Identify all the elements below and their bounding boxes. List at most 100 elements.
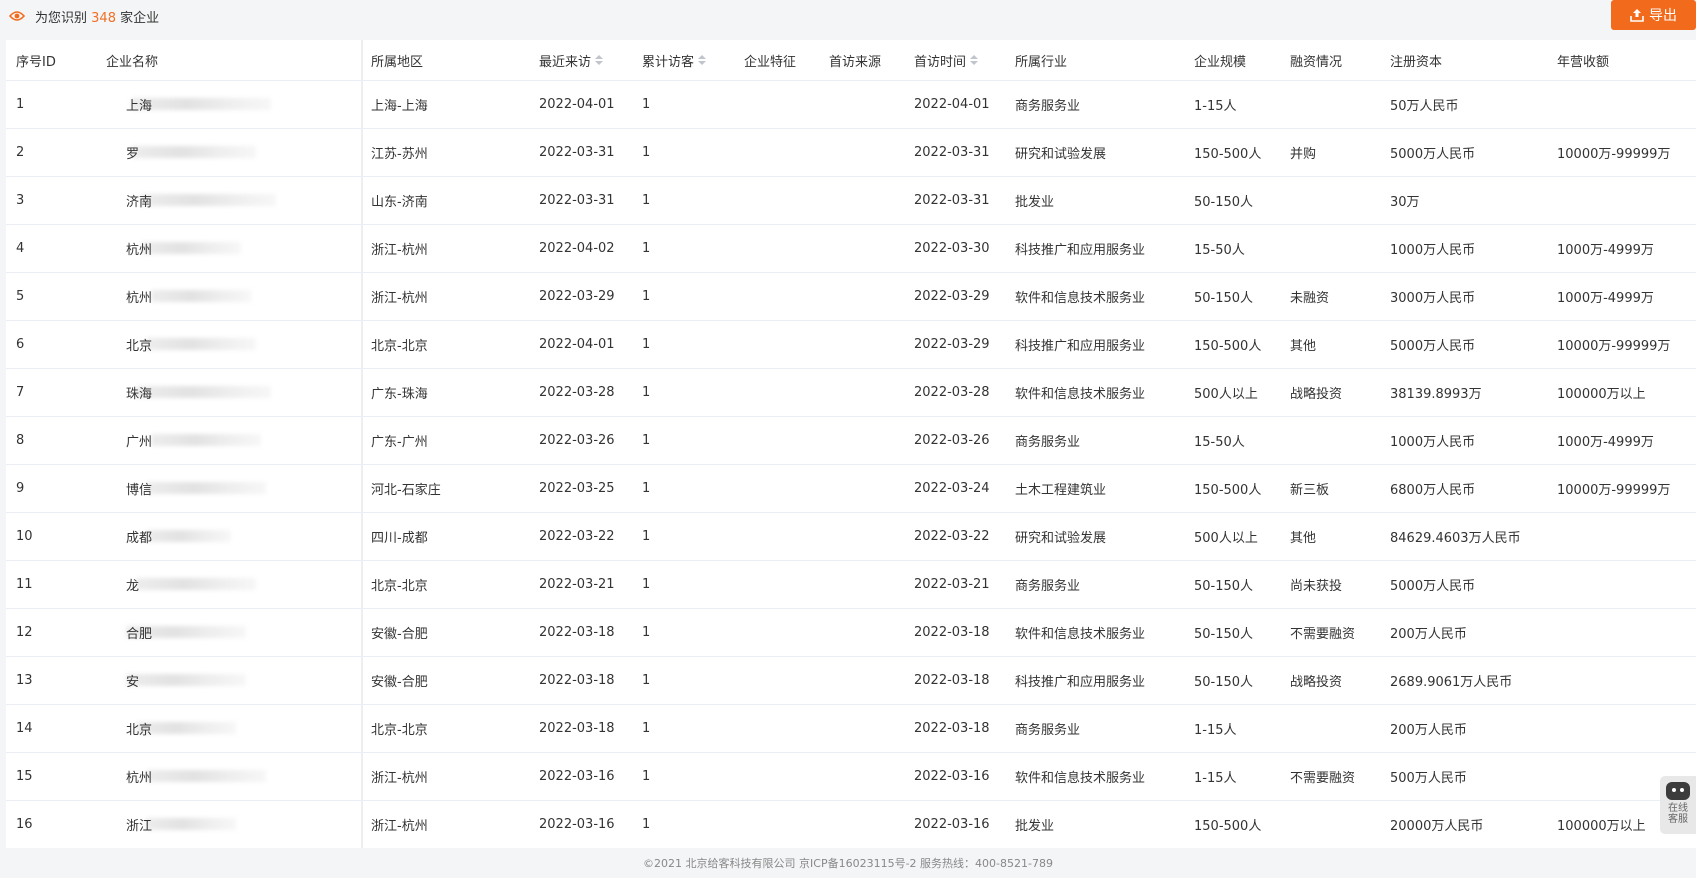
cell-financing: 未融资	[1280, 272, 1380, 321]
company-name-text[interactable]: 杭州	[106, 771, 152, 786]
cell-last-visit: 2022-03-28	[529, 368, 632, 417]
cell-capital: 6800万人民币	[1380, 464, 1547, 513]
sort-icon[interactable]	[970, 55, 979, 65]
table-row[interactable]: 14 北京 北京-北京 2022-03-18 1 2022-03-18 商务服务业 1-15人…	[6, 704, 1696, 753]
redacted-name-mask	[151, 434, 261, 446]
company-name-text[interactable]: 杭州	[106, 291, 152, 306]
company-name-text[interactable]: 北京	[106, 723, 152, 738]
cell-source	[819, 80, 904, 129]
cell-feature	[734, 320, 819, 369]
redacted-name-mask	[126, 674, 246, 686]
company-name-text[interactable]: 罗	[106, 147, 139, 162]
cell-company-name: 龙	[96, 560, 361, 609]
col-header-visitors[interactable]: 累计访客	[632, 40, 734, 81]
cell-financing	[1280, 416, 1380, 465]
company-name-text[interactable]: 龙	[106, 579, 139, 594]
cell-company-name: 北京	[96, 320, 361, 369]
cell-industry: 科技推广和应用服务业	[1005, 224, 1184, 273]
cell-company-name: 罗	[96, 128, 361, 177]
cell-last-visit: 2022-03-21	[529, 560, 632, 609]
cell-last-visit: 2022-04-02	[529, 224, 632, 273]
online-service-button[interactable]: 在线 客服	[1660, 776, 1696, 834]
company-name-text[interactable]: 博信	[106, 483, 152, 498]
cell-last-visit: 2022-04-01	[529, 320, 632, 369]
company-name-text[interactable]: 广州	[106, 435, 152, 450]
cell-industry: 研究和试验发展	[1005, 128, 1184, 177]
table-row[interactable]: 13 安安徽-合肥 2022-03-18 1 2022-03-18 科技推广和应用服务业 5…	[6, 656, 1696, 705]
cell-first-visit: 2022-03-21	[904, 560, 1005, 609]
table-row[interactable]: 12 合肥 安徽-合肥 2022-03-18 1 2022-03-18 软件和信息技术服务业…	[6, 608, 1696, 657]
table-row[interactable]: 3 济南 山东-济南 2022-03-31 1 2022-03-31 批发业 50-150人 3…	[6, 176, 1696, 225]
table-row[interactable]: 11 龙北京-北京 2022-03-21 1 2022-03-21 商务服务业 50-150…	[6, 560, 1696, 609]
cell-first-visit: 2022-03-18	[904, 656, 1005, 705]
table-row[interactable]: 7 珠海 广东-珠海 2022-03-28 1 2022-03-28 软件和信息技术服务业 5…	[6, 368, 1696, 417]
cell-visitors: 1	[632, 176, 734, 225]
table-row[interactable]: 8 广州 广东-广州 2022-03-26 1 2022-03-26 商务服务业 15-50人…	[6, 416, 1696, 465]
company-name-text[interactable]: 珠海	[106, 387, 152, 402]
eye-icon	[9, 11, 25, 21]
cell-company-name: 杭州	[96, 224, 361, 273]
sort-icon[interactable]	[595, 55, 604, 65]
company-name-text[interactable]: 北京	[106, 339, 152, 354]
cell-size: 50-150人	[1184, 608, 1280, 657]
company-name-text[interactable]: 安	[106, 675, 139, 690]
table-row[interactable]: 15 杭州 浙江-杭州 2022-03-16 1 2022-03-16 软件和信息技术服务业…	[6, 752, 1696, 801]
cell-financing: 新三板	[1280, 464, 1380, 513]
table-row[interactable]: 10 成都 四川-成都 2022-03-22 1 2022-03-22 研究和试验发展 500…	[6, 512, 1696, 561]
company-name-text[interactable]: 济南	[106, 195, 152, 210]
cell-size: 1-15人	[1184, 80, 1280, 129]
redacted-name-mask	[136, 386, 271, 398]
cell-last-visit: 2022-03-16	[529, 800, 632, 848]
cell-company-name: 博信	[96, 464, 361, 513]
col-header-first-visit[interactable]: 首访时间	[904, 40, 1005, 81]
cell-last-visit: 2022-03-18	[529, 608, 632, 657]
cell-financing: 其他	[1280, 320, 1380, 369]
cell-last-visit: 2022-03-22	[529, 512, 632, 561]
table-row[interactable]: 5 杭州 浙江-杭州 2022-03-29 1 2022-03-29 软件和信息技术服务业 5…	[6, 272, 1696, 321]
col-header-last-visit[interactable]: 最近来访	[529, 40, 632, 81]
cell-revenue: 10000万-99999万	[1547, 464, 1696, 513]
cell-size: 1-15人	[1184, 752, 1280, 801]
cell-first-visit: 2022-03-18	[904, 608, 1005, 657]
cell-feature	[734, 800, 819, 848]
company-name-text[interactable]: 杭州	[106, 243, 152, 258]
cell-id: 14	[6, 704, 96, 753]
cell-region: 河北-石家庄	[361, 464, 529, 513]
cell-feature	[734, 704, 819, 753]
cell-financing	[1280, 176, 1380, 225]
cell-feature	[734, 176, 819, 225]
redacted-name-mask	[136, 578, 256, 590]
cell-source	[819, 464, 904, 513]
chat-label-line2: 客服	[1668, 814, 1688, 825]
cell-visitors: 1	[632, 608, 734, 657]
export-button[interactable]: 导出	[1611, 0, 1696, 30]
cell-feature	[734, 752, 819, 801]
table-row[interactable]: 6 北京 北京-北京 2022-04-01 1 2022-03-29 科技推广和应用服务业 1…	[6, 320, 1696, 369]
cell-size: 500人以上	[1184, 368, 1280, 417]
cell-region: 浙江-杭州	[361, 272, 529, 321]
cell-industry: 商务服务业	[1005, 704, 1184, 753]
company-name-text[interactable]: 浙江	[106, 819, 152, 834]
cell-last-visit: 2022-04-01	[529, 80, 632, 129]
company-name-text[interactable]: 成都	[106, 531, 152, 546]
cell-capital: 500万人民币	[1380, 752, 1547, 801]
cell-company-name: 成都	[96, 512, 361, 561]
cell-financing: 不需要融资	[1280, 752, 1380, 801]
footer: ©2021 北京给客科技有限公司 京ICP备16023115号-2 服务热线：4…	[643, 857, 1053, 870]
cell-company-name: 杭州	[96, 272, 361, 321]
company-name-text[interactable]: 合肥	[106, 627, 152, 642]
table-row[interactable]: 9 博信 河北-石家庄 2022-03-25 1 2022-03-24 土木工程建筑业 150…	[6, 464, 1696, 513]
cell-id: 6	[6, 320, 96, 369]
table-row[interactable]: 4 杭州 浙江-杭州 2022-04-02 1 2022-03-30 科技推广和应用服务业 1…	[6, 224, 1696, 273]
cell-company-name: 北京	[96, 704, 361, 753]
table-row[interactable]: 2 罗江苏-苏州 2022-03-31 1 2022-03-31 研究和试验发展 150-5…	[6, 128, 1696, 177]
sort-icon[interactable]	[698, 55, 707, 65]
first-visit-label: 首访时间	[914, 54, 967, 70]
cell-last-visit: 2022-03-31	[529, 176, 632, 225]
table-row[interactable]: 16 浙江 浙江-杭州 2022-03-16 1 2022-03-16 批发业 150-500…	[6, 800, 1696, 848]
cell-feature	[734, 128, 819, 177]
cell-visitors: 1	[632, 224, 734, 273]
cell-financing	[1280, 80, 1380, 129]
table-row[interactable]: 1 上海 上海-上海 2022-04-01 1 2022-04-01 商务服务业 1-15人 5…	[6, 80, 1696, 129]
company-name-text[interactable]: 上海	[106, 99, 152, 114]
